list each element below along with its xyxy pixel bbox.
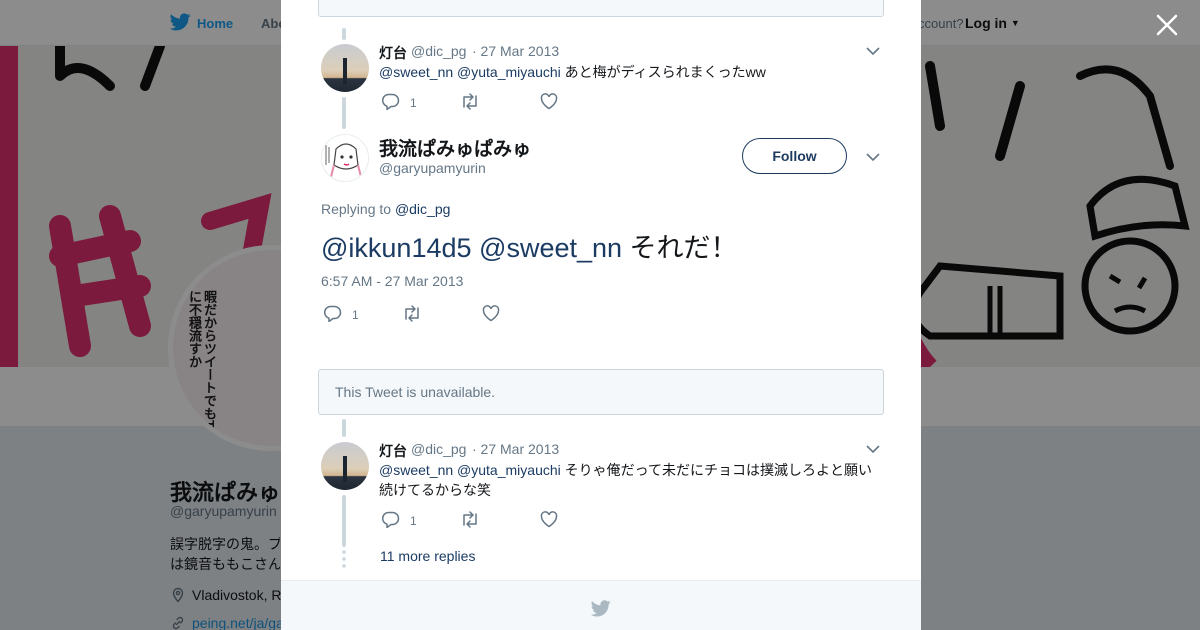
tweet-body: そりゃ俺だって未だにチョコは撲滅しろよと願い続けてるからな笑 xyxy=(379,462,872,498)
chevron-down-icon[interactable] xyxy=(866,444,880,454)
main-tweet-author-handle[interactable]: @garyupamyurin xyxy=(379,160,486,176)
replying-label: Replying to xyxy=(321,201,392,217)
tweet-actions: 1 xyxy=(382,511,582,531)
tweet-body: あと梅がディスられまくったww xyxy=(564,64,766,80)
thread-dots-icon xyxy=(342,550,346,568)
tweet-date[interactable]: · 27 Mar 2013 xyxy=(472,43,559,59)
tweet-conversation-modal: 灯台 @dic_pg · 27 Mar 2013 @sweet_nn @yuta… xyxy=(281,0,921,630)
tweet-actions: 1 xyxy=(382,93,582,113)
twitter-bird-icon xyxy=(591,600,611,617)
replying-to-link[interactable]: @dic_pg xyxy=(395,201,450,217)
lighthouse-icon xyxy=(343,58,347,84)
more-replies-link[interactable]: 11 more replies xyxy=(380,548,475,564)
main-tweet-text: @ikkun14d5 @sweet_nn それだ！ xyxy=(321,226,738,265)
reply-icon[interactable] xyxy=(324,305,342,322)
replying-to-context: Replying to @dic_pg xyxy=(321,201,450,217)
retweet-icon[interactable] xyxy=(460,511,480,528)
tweet-avatar[interactable] xyxy=(321,442,369,490)
reply-count: 1 xyxy=(352,308,359,322)
tweet-author-handle[interactable]: @dic_pg xyxy=(411,43,466,59)
thread-line xyxy=(342,28,346,40)
mention-link[interactable]: @yuta_miyauchi xyxy=(457,462,561,478)
retweet-icon[interactable] xyxy=(402,305,422,322)
mention-link[interactable]: @ikkun14d5 xyxy=(321,233,472,263)
reply-count: 1 xyxy=(410,96,417,110)
main-tweet-avatar[interactable] xyxy=(321,134,369,182)
like-icon[interactable] xyxy=(482,305,500,322)
close-icon[interactable] xyxy=(1154,12,1180,38)
reply-icon[interactable] xyxy=(382,93,400,110)
main-tweet-timestamp[interactable]: 6:57 AM - 27 Mar 2013 xyxy=(321,273,463,289)
thread-line xyxy=(342,419,346,437)
retweet-icon[interactable] xyxy=(460,93,480,110)
main-tweet-author-name[interactable]: 我流ぱみゅぱみゅ xyxy=(379,134,531,161)
tweet-avatar[interactable] xyxy=(321,44,369,92)
reply-icon[interactable] xyxy=(382,511,400,528)
tweet-author-name[interactable]: 灯台 xyxy=(379,441,407,461)
like-icon[interactable] xyxy=(540,93,558,110)
chevron-down-icon[interactable] xyxy=(866,46,880,56)
tweet-text: @sweet_nn @yuta_miyauchi あと梅がディスられまくったww xyxy=(379,62,879,82)
thread-line xyxy=(342,495,346,547)
tweet-text: @sweet_nn @yuta_miyauchi そりゃ俺だって未だにチョコは撲… xyxy=(379,460,881,500)
chevron-down-icon[interactable] xyxy=(866,152,880,162)
unavailable-tweet-notice: This Tweet is unavailable. xyxy=(318,369,884,415)
unavailable-tweet-notice-top xyxy=(318,0,884,17)
mention-link[interactable]: @sweet_nn xyxy=(479,233,622,263)
thread-line xyxy=(342,97,346,129)
tweet-author-handle[interactable]: @dic_pg xyxy=(411,441,466,457)
follow-button[interactable]: Follow xyxy=(742,138,847,174)
lighthouse-icon xyxy=(343,456,347,482)
like-icon[interactable] xyxy=(540,511,558,528)
mention-link[interactable]: @sweet_nn xyxy=(379,64,453,80)
mention-link[interactable]: @sweet_nn xyxy=(379,462,453,478)
main-tweet-actions: 1 xyxy=(324,305,524,325)
modal-footer xyxy=(281,580,921,630)
tweet-body: それだ！ xyxy=(629,233,738,263)
mention-link[interactable]: @yuta_miyauchi xyxy=(457,64,561,80)
tweet-date[interactable]: · 27 Mar 2013 xyxy=(472,441,559,457)
tweet-author-name[interactable]: 灯台 xyxy=(379,43,407,63)
anime-avatar-illustration xyxy=(322,135,368,181)
reply-count: 1 xyxy=(410,514,417,528)
